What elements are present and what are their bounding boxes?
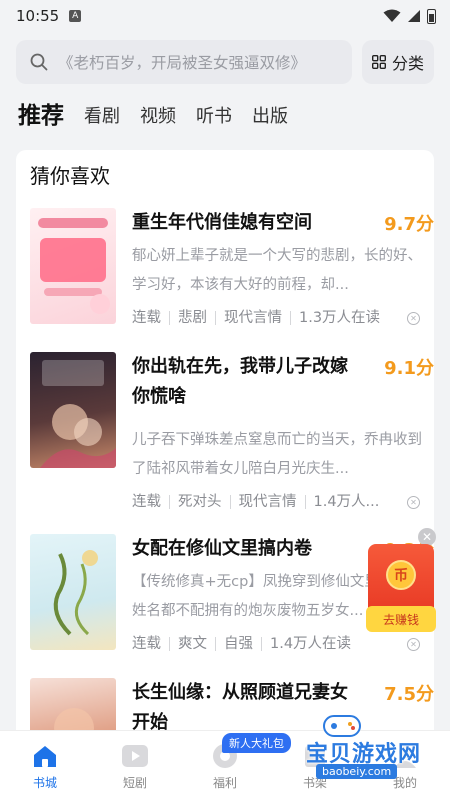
search-icon <box>30 53 48 71</box>
nav-label: 福利 <box>212 776 237 790</box>
dismiss-icon[interactable]: ✕ <box>407 312 420 325</box>
tag: 自强 <box>215 637 261 651</box>
red-envelope-icon: 币 去赚钱 <box>366 544 436 632</box>
section-title: 猜你喜欢 <box>30 164 110 188</box>
tag: 1.4万人... <box>304 495 388 509</box>
book-tags: 连载 死对头 现代言情 1.4万人... <box>132 490 422 514</box>
tag: 连载 <box>132 636 161 652</box>
cover-art <box>38 218 110 314</box>
tab-recommend[interactable]: 推荐 <box>18 96 64 136</box>
book-cover[interactable] <box>30 352 116 468</box>
tag: 连载 <box>132 494 161 510</box>
dismiss-icon[interactable]: ✕ <box>407 638 420 651</box>
tag: 1.4万人在读 <box>261 637 359 651</box>
book-item[interactable]: 重生年代俏佳媳有空间 9.7分 郁心妍上辈子就是一个大写的悲剧，长的好、学习好，… <box>30 208 434 326</box>
book-desc: 儿子吞下弹珠差点窒息而亡的当天，乔冉收到了陆祁风带着女儿陪白月光庆生... <box>132 432 422 477</box>
nav-label: 短剧 <box>122 776 147 790</box>
nav-label: 书城 <box>32 776 57 790</box>
status-time: 10:55 <box>16 7 60 25</box>
book-cover[interactable] <box>30 534 116 650</box>
app-notification-icon: A <box>69 10 82 22</box>
book-desc: 郁心妍上辈子就是一个大写的悲剧，长的好、学习好，本该有大好的前程，却... <box>132 248 422 293</box>
user-icon <box>391 743 419 769</box>
nav-label: 我的 <box>392 776 417 790</box>
nav-mine[interactable]: 我的 <box>360 731 450 800</box>
cover-art <box>40 360 116 468</box>
tag: 现代言情 <box>215 311 290 325</box>
nav-shortdrama[interactable]: 短剧 <box>90 731 180 800</box>
book-score: 7.5分 <box>384 684 434 705</box>
home-icon <box>31 743 59 769</box>
search-input[interactable]: 《老朽百岁，开局被圣女强逼双修》 <box>16 40 352 84</box>
book-item[interactable]: 女配在修仙文里搞内卷 9.3分 【传统修真+无cp】凤挽穿到修仙文里，连姓名都不… <box>30 534 434 652</box>
tab-audiobook[interactable]: 听书 <box>196 102 232 136</box>
book-title: 长生仙缘：从照顾道兄妻女开始 <box>132 682 348 733</box>
search-row: 《老朽百岁，开局被圣女强逼双修》 分类 <box>16 40 434 84</box>
tag: 连载 <box>132 310 161 326</box>
earn-money-float[interactable]: ✕ 币 去赚钱 <box>366 528 436 632</box>
tab-video[interactable]: 视频 <box>140 102 176 136</box>
search-placeholder: 《老朽百岁，开局被圣女强逼双修》 <box>58 54 307 72</box>
category-button[interactable]: 分类 <box>362 40 434 84</box>
book-item[interactable]: 你出轨在先，我带儿子改嫁你慌啥 9.1分 儿子吞下弹珠差点窒息而亡的当天，乔冉收… <box>30 352 434 509</box>
book-tags: 连载 爽文 自强 1.4万人在读 <box>132 632 422 656</box>
book-tags: 连载 悲剧 现代言情 1.3万人在读 <box>132 306 422 330</box>
book-score: 9.1分 <box>384 358 434 379</box>
battery-icon <box>427 8 436 24</box>
tag: 悲剧 <box>169 311 215 325</box>
top-tabs: 推荐 看剧 视频 听书 出版 <box>18 96 288 136</box>
category-label: 分类 <box>391 54 424 73</box>
book-title: 重生年代俏佳媳有空间 <box>132 212 312 233</box>
cover-art <box>53 550 98 636</box>
signal-icon <box>408 10 420 22</box>
tab-publish[interactable]: 出版 <box>252 102 288 136</box>
tag: 现代言情 <box>229 495 305 509</box>
earn-money-label: 去赚钱 <box>366 606 436 632</box>
newbie-gift-badge[interactable]: 新人大礼包 <box>222 733 291 753</box>
coin-icon: 币 <box>386 560 416 590</box>
status-bar: 10:55 A <box>0 0 450 32</box>
tab-drama[interactable]: 看剧 <box>84 102 120 136</box>
status-icons <box>383 8 436 24</box>
shelf-icon <box>301 743 329 769</box>
grid-icon <box>371 55 386 69</box>
dismiss-icon[interactable]: ✕ <box>407 496 420 509</box>
book-title: 女配在修仙文里搞内卷 <box>132 538 312 559</box>
tag: 1.3万人在读 <box>290 311 388 325</box>
book-cover[interactable] <box>30 208 116 324</box>
tag: 死对头 <box>169 495 230 509</box>
recommend-card: 猜你喜欢 重生年代俏佳媳有空间 9.7分 郁心妍上辈子就是一个大写的悲剧，长的好… <box>16 150 434 750</box>
play-icon <box>121 743 149 769</box>
nav-bookstore[interactable]: 书城 <box>0 731 90 800</box>
tag: 爽文 <box>169 637 215 651</box>
wifi-icon <box>383 9 401 22</box>
book-title: 你出轨在先，我带儿子改嫁你慌啥 <box>132 356 348 407</box>
nav-label: 书架 <box>302 776 327 790</box>
book-score: 9.7分 <box>384 214 434 235</box>
